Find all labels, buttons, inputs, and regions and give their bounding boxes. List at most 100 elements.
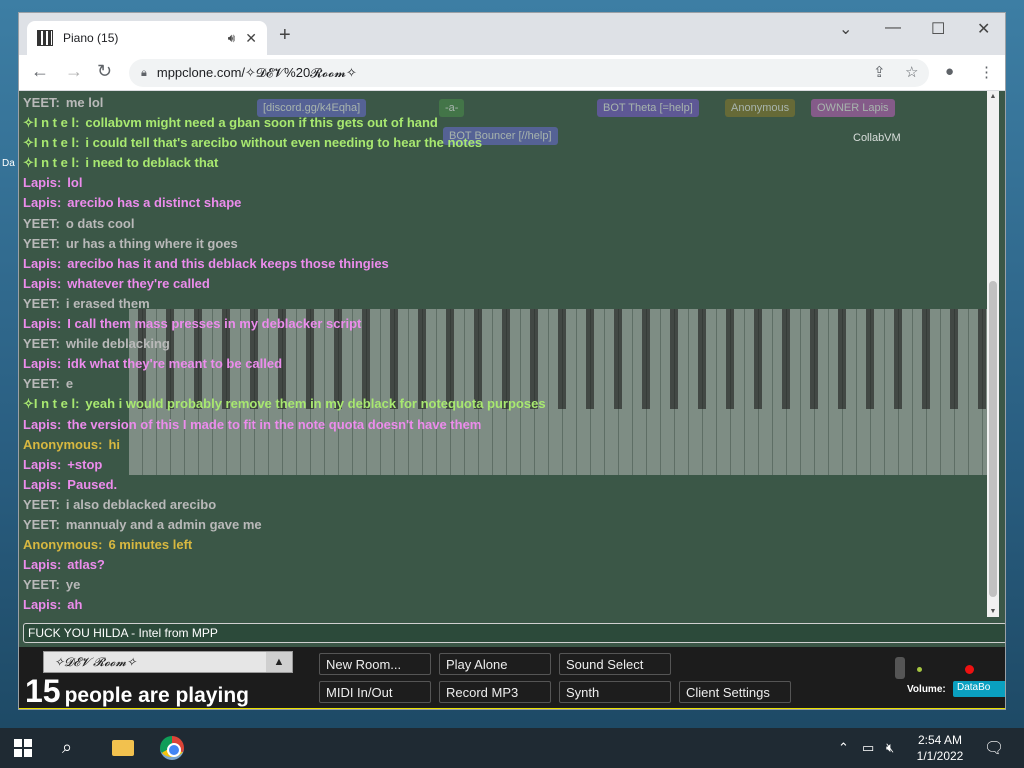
chat-log: YEET: me lol ✧I n t e l: collabvm might nee…	[23, 93, 983, 623]
record-mp3-button[interactable]: Record MP3	[439, 681, 551, 703]
chat-message: YEET: while deblacking	[23, 334, 983, 354]
chat-nick[interactable]: Lapis:	[23, 597, 61, 612]
chat-text: idk what they're meant to be called	[67, 356, 283, 372]
chat-nick[interactable]: Anonymous:	[23, 437, 102, 452]
databot-tag[interactable]: DataBo	[953, 681, 1005, 697]
chat-text: me lol	[65, 95, 104, 110]
back-icon[interactable]: ←	[31, 61, 49, 82]
share-icon[interactable]: ⇪	[873, 63, 886, 81]
volume-slider[interactable]	[895, 657, 905, 679]
system-clock[interactable]: 2:54 AM 1/1/2022	[912, 732, 968, 764]
chat-nick[interactable]: YEET:	[23, 296, 60, 311]
desktop-icon-label[interactable]: Da	[2, 158, 15, 169]
close-window-icon[interactable]: ✕	[977, 19, 990, 39]
chat-text: i also deblacked arecibo	[65, 496, 217, 512]
chrome-icon[interactable]	[160, 736, 184, 760]
chat-text: whatever they're called	[67, 275, 210, 291]
chat-message: ✧I n t e l: i could tell that's arecibo w…	[23, 133, 983, 153]
room-dropdown-icon[interactable]: ▲	[266, 652, 292, 672]
chat-text: o dats cool	[65, 215, 135, 231]
chat-text: ah	[67, 597, 83, 613]
chat-nick[interactable]: YEET:	[23, 216, 60, 231]
player-count: 15 people are playing	[25, 673, 249, 709]
play-alone-button[interactable]: Play Alone	[439, 653, 551, 675]
chat-message: Lapis: ah	[23, 595, 983, 615]
chat-text: i erased them	[65, 295, 150, 311]
chat-nick[interactable]: Lapis:	[23, 557, 61, 572]
chat-nick[interactable]: Lapis:	[23, 316, 61, 331]
chat-nick[interactable]: Lapis:	[23, 457, 61, 472]
chat-nick[interactable]: YEET:	[23, 517, 60, 532]
chat-text: ye	[65, 577, 81, 593]
speaker-icon[interactable]: 🔊︎	[228, 31, 236, 46]
chat-nick[interactable]: Lapis:	[23, 256, 61, 271]
chat-text: I call them mass presses in my deblacker…	[67, 316, 362, 332]
midi-button[interactable]: MIDI In/Out	[319, 681, 431, 703]
chat-nick[interactable]: Lapis:	[23, 175, 61, 190]
scrollbar-thumb[interactable]	[989, 281, 997, 597]
chat-text: atlas?	[67, 557, 105, 573]
sound-select-button[interactable]: Sound Select	[559, 653, 671, 675]
chat-message: ✧I n t e l: collabvm might need a gban so…	[23, 113, 983, 133]
chevron-up-icon[interactable]: ⌃	[838, 740, 849, 756]
chat-scrollbar[interactable]: ▲ ▼	[987, 91, 999, 617]
chat-nick[interactable]: YEET:	[23, 376, 60, 391]
forward-icon[interactable]: →	[65, 61, 83, 82]
volume-muted-icon[interactable]: 🔇︎	[886, 740, 894, 756]
profile-avatar-icon[interactable]: ●	[945, 63, 954, 80]
windows-start-icon[interactable]	[14, 739, 32, 757]
chat-nick[interactable]: ✧I n t e l:	[23, 396, 79, 411]
chat-text: yeah i would probably remove them in my …	[85, 396, 546, 412]
scroll-up-icon[interactable]: ▲	[987, 93, 999, 100]
chat-text: +stop	[67, 456, 103, 472]
chat-nick[interactable]: YEET:	[23, 577, 60, 592]
chat-text: i need to deblack that	[85, 155, 219, 171]
tab-title: Piano (15)	[63, 31, 119, 45]
chat-nick[interactable]: Lapis:	[23, 195, 61, 210]
scroll-down-icon[interactable]: ▼	[987, 608, 999, 615]
chat-nick[interactable]: YEET:	[23, 497, 60, 512]
chat-message: Lapis: +stop	[23, 455, 983, 475]
client-settings-button[interactable]: Client Settings	[679, 681, 791, 703]
chat-message: YEET: ye	[23, 575, 983, 595]
tab-search-icon[interactable]: ⌄	[839, 19, 852, 39]
file-explorer-icon[interactable]	[112, 740, 134, 756]
close-tab-icon[interactable]: ✕	[245, 30, 257, 47]
reload-icon[interactable]: ↻	[97, 61, 112, 82]
lock-icon[interactable]: 🔒︎	[141, 67, 147, 80]
search-icon[interactable]: ⌕	[62, 737, 72, 758]
chat-nick[interactable]: YEET:	[23, 336, 60, 351]
chat-text: Paused.	[67, 476, 118, 492]
bookmark-star-icon[interactable]: ☆	[905, 63, 918, 81]
network-icon[interactable]: ▭	[862, 740, 874, 756]
menu-kebab-icon[interactable]: ⋮	[979, 63, 994, 81]
minimize-icon[interactable]: —	[885, 19, 901, 37]
chat-nick[interactable]: Lapis:	[23, 356, 61, 371]
new-tab-button[interactable]: +	[279, 24, 291, 47]
browser-toolbar: ← → ↻ 🔒︎ mppclone.com/✧𝓓𝓔𝓥%20𝓡𝓸𝓸𝓶✧ ⇪ ☆ ●…	[19, 55, 1005, 91]
chat-message: ✧I n t e l: i need to deblack that	[23, 153, 983, 173]
chat-message: Anonymous: hi	[23, 435, 983, 455]
chat-input[interactable]	[23, 623, 1005, 643]
chat-text: hi	[108, 436, 121, 452]
chat-nick[interactable]: Lapis:	[23, 477, 61, 492]
chat-nick[interactable]: YEET:	[23, 236, 60, 251]
new-room-button[interactable]: New Room...	[319, 653, 431, 675]
chat-nick[interactable]: Lapis:	[23, 417, 61, 432]
chat-nick[interactable]: Lapis:	[23, 276, 61, 291]
chat-text: mannualy and a admin gave me	[65, 516, 262, 532]
chat-nick[interactable]: ✧I n t e l:	[23, 135, 79, 150]
chat-text: e	[65, 376, 74, 392]
maximize-icon[interactable]: ☐	[931, 19, 945, 39]
notification-icon[interactable]: 🗨︎	[984, 738, 1004, 758]
chat-text: while deblacking	[65, 336, 170, 352]
address-bar[interactable]: 🔒︎ mppclone.com/✧𝓓𝓔𝓥%20𝓡𝓸𝓸𝓶✧	[129, 59, 929, 87]
chat-message: YEET: me lol	[23, 93, 983, 113]
chat-nick[interactable]: ✧I n t e l:	[23, 155, 79, 170]
chat-nick[interactable]: Anonymous:	[23, 537, 102, 552]
tab-piano[interactable]: Piano (15) 🔊︎ ✕	[27, 21, 267, 55]
chat-nick[interactable]: YEET:	[23, 95, 60, 110]
synth-button[interactable]: Synth	[559, 681, 671, 703]
chat-nick[interactable]: ✧I n t e l:	[23, 115, 79, 130]
room-selector[interactable]: ✧𝓓𝓔𝓥 𝓡𝓸𝓸𝓶✧ ▲	[43, 651, 293, 673]
